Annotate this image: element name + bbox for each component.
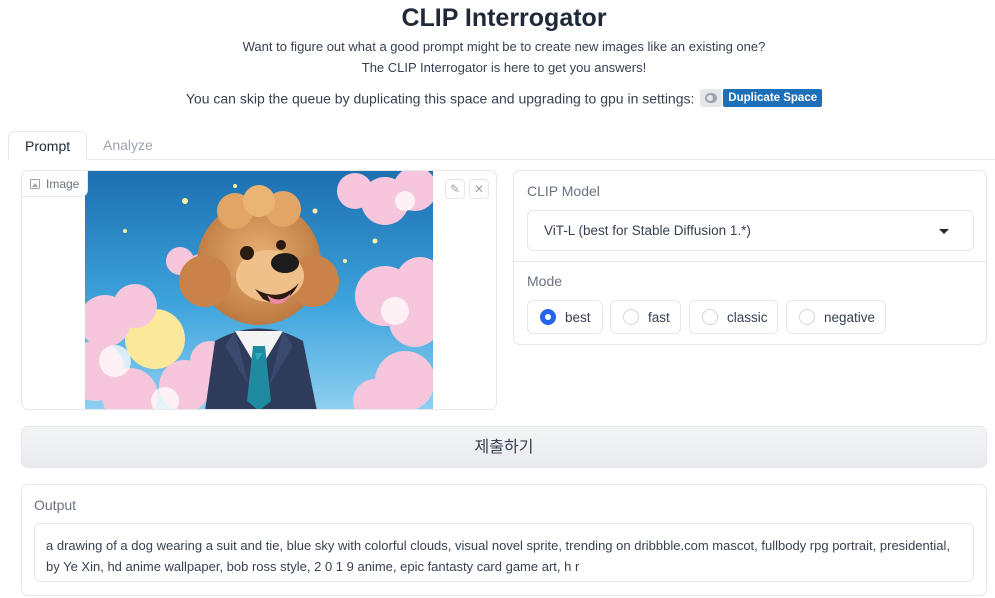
mode-option-negative[interactable]: negative xyxy=(786,300,886,334)
output-textbox[interactable]: a drawing of a dog wearing a suit and ti… xyxy=(34,523,974,582)
clip-model-label: CLIP Model xyxy=(527,183,600,199)
subtitle-line-2: The CLIP Interrogator is here to get you… xyxy=(361,60,647,75)
divider xyxy=(514,261,986,262)
mode-option-fast[interactable]: fast xyxy=(610,300,681,334)
clip-model-selected: ViT-L (best for Stable Diffusion 1.*) xyxy=(544,223,751,238)
uploaded-image xyxy=(85,171,433,409)
image-input-panel[interactable]: Image ✎ ✕ xyxy=(21,170,497,410)
clip-model-dropdown[interactable]: ViT-L (best for Stable Diffusion 1.*) xyxy=(527,210,974,251)
image-label-text: Image xyxy=(46,176,80,191)
subtitle-line-1: Want to figure out what a good prompt mi… xyxy=(242,39,766,54)
page-title: CLIP Interrogator xyxy=(401,4,607,32)
mode-option-label: negative xyxy=(824,309,876,325)
radio-checked-icon[interactable] xyxy=(540,309,556,325)
submit-button[interactable]: 제출하기 xyxy=(21,426,987,468)
skip-queue-line: You can skip the queue by duplicating th… xyxy=(0,89,995,108)
settings-panel: CLIP Model ViT-L (best for Stable Diffus… xyxy=(513,170,987,345)
mode-option-label: best xyxy=(565,309,591,325)
chevron-down-icon xyxy=(939,229,949,234)
tab-prompt[interactable]: Prompt xyxy=(8,131,88,160)
close-icon[interactable]: ✕ xyxy=(469,179,489,199)
mode-option-classic[interactable]: classic xyxy=(689,300,778,334)
mode-option-label: fast xyxy=(648,309,670,325)
radio-unchecked-icon[interactable] xyxy=(702,309,718,325)
image-label: Image xyxy=(22,171,89,197)
output-label: Output xyxy=(34,497,77,513)
radio-unchecked-icon[interactable] xyxy=(799,309,815,325)
mode-option-label: classic xyxy=(727,309,768,325)
radio-unchecked-icon[interactable] xyxy=(623,309,639,325)
mode-option-best[interactable]: best xyxy=(527,300,603,334)
output-panel: Output a drawing of a dog wearing a suit… xyxy=(21,484,987,596)
duplicate-space-button[interactable]: Duplicate Space xyxy=(723,89,823,108)
tab-analyze[interactable]: Analyze xyxy=(87,131,169,160)
pencil-icon[interactable]: ✎ xyxy=(445,179,465,199)
mode-label: Mode xyxy=(527,273,563,289)
duplicate-logo-icon[interactable] xyxy=(700,89,723,108)
image-icon xyxy=(30,178,40,189)
tab-bar: Prompt Analyze xyxy=(8,131,995,160)
skip-queue-text: You can skip the queue by duplicating th… xyxy=(185,90,695,107)
